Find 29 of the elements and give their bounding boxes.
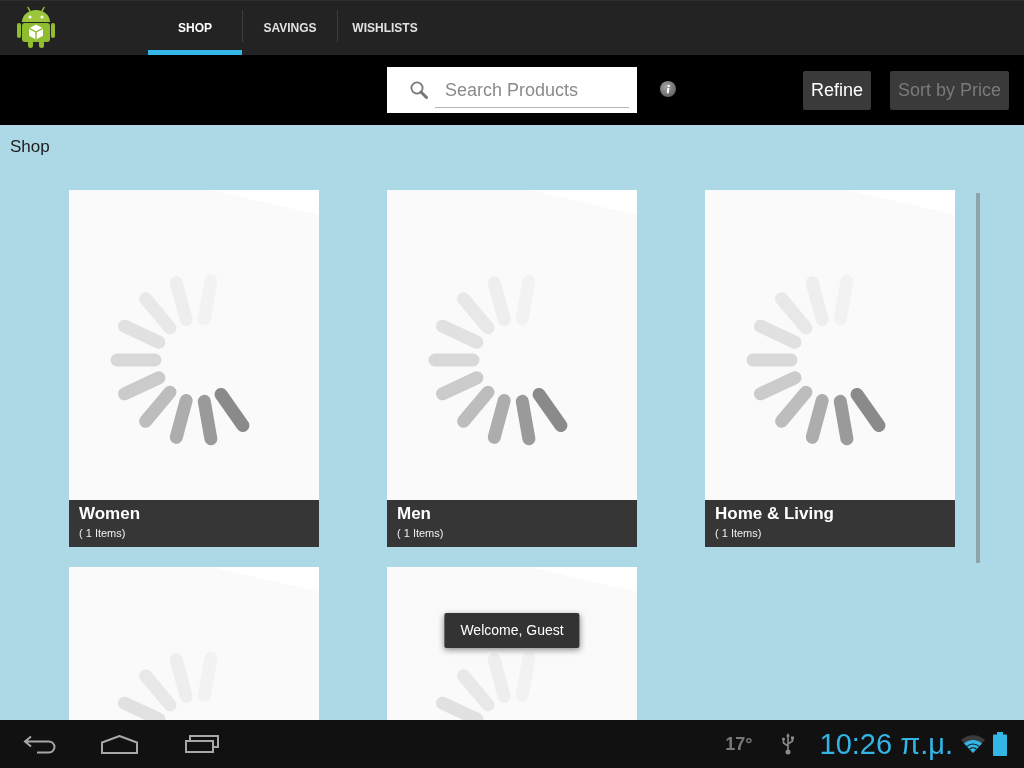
tab[interactable]: WISHLISTS <box>338 1 432 55</box>
category-title: Women <box>79 504 141 524</box>
battery-icon <box>993 732 1007 756</box>
item-count: ( 1 Items) <box>79 526 126 541</box>
refine-button[interactable]: Refine <box>802 71 871 110</box>
loading-spinner-icon <box>428 274 568 446</box>
recent-apps-icon[interactable] <box>185 735 219 753</box>
toast-message: Welcome, Guest <box>444 613 580 648</box>
wifi-signal-icon <box>960 734 986 754</box>
weather-temperature: 17° <box>725 733 753 755</box>
loading-spinner-icon <box>746 274 886 446</box>
search-field[interactable]: Search Products <box>387 67 637 113</box>
usb-icon <box>780 733 795 755</box>
tab[interactable]: SAVINGS <box>243 1 337 55</box>
category-card[interactable]: Home & Living ( 1 Items) <box>705 190 955 547</box>
page-heading: Shop <box>10 137 50 157</box>
home-icon[interactable] <box>101 734 138 754</box>
category-title: Men <box>397 504 431 524</box>
item-count: ( 1 Items) <box>397 526 444 541</box>
back-icon[interactable] <box>23 734 56 754</box>
category-title: Home & Living <box>715 504 834 524</box>
category-card[interactable]: Women ( 1 Items) <box>69 190 319 547</box>
search-icon <box>410 81 428 99</box>
item-count: ( 1 Items) <box>715 526 762 541</box>
loading-spinner-icon <box>110 274 250 446</box>
robot-logo-icon <box>17 6 55 48</box>
info-icon[interactable] <box>660 81 676 97</box>
clock-time: 10:26 π.μ. <box>819 727 953 761</box>
category-card[interactable]: Men ( 1 Items) <box>387 190 637 547</box>
